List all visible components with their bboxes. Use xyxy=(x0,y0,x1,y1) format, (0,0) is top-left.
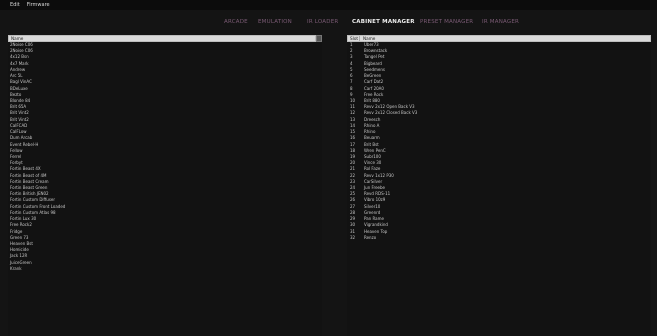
main-navigation: ARCADE EMULATION IR LOADER CABINET MANAG… xyxy=(0,19,657,29)
list-scrollbar[interactable] xyxy=(316,35,322,42)
slot-row[interactable]: 32 Renzo xyxy=(347,235,651,241)
cabinet-list-rows: 2Noise C06 2Noise C06 4x12 Bsn 4x7 Mark Andr… xyxy=(8,42,322,272)
tab-cabinet-manager[interactable]: CABINET MANAGER xyxy=(352,19,415,25)
menu-item-edit[interactable]: Edit xyxy=(10,2,20,8)
tab-ir-manager[interactable]: IR MANAGER xyxy=(482,19,519,25)
name-column-header[interactable]: Name xyxy=(360,36,375,41)
slots-header: Slot Name xyxy=(347,35,651,42)
cabinet-slots-list: Slot Name 1 Uber73 2 Brownstack 3 Tangel Pet 4… xyxy=(347,35,651,336)
menu-item-firmware[interactable]: Firmware xyxy=(27,2,50,8)
name-column-header[interactable]: Name xyxy=(8,35,316,42)
slot-column-header[interactable]: Slot xyxy=(348,36,360,41)
slot-number: 32 xyxy=(350,234,356,240)
cabinet-list-item[interactable]: Krank xyxy=(8,266,322,272)
slot-cabinet-name: Renzo xyxy=(364,234,377,240)
menu-bar: Edit Firmware xyxy=(0,0,657,10)
tab-emulation[interactable]: EMULATION xyxy=(258,19,292,25)
slot-list-rows: 1 Uber73 2 Brownstack 3 Tangel Pet 4 Bigbeard 5 S… xyxy=(347,42,651,241)
tab-preset-manager[interactable]: PRESET MANAGER xyxy=(420,19,473,25)
cabinet-library-list: Name 2Noise C06 2Noise C06 4x12 Bsn 4x7 Mar… xyxy=(8,35,322,336)
tab-arcade[interactable]: ARCADE xyxy=(224,19,248,25)
tab-ir-loader[interactable]: IR LOADER xyxy=(307,19,338,25)
name-column-label: Name xyxy=(11,36,24,41)
